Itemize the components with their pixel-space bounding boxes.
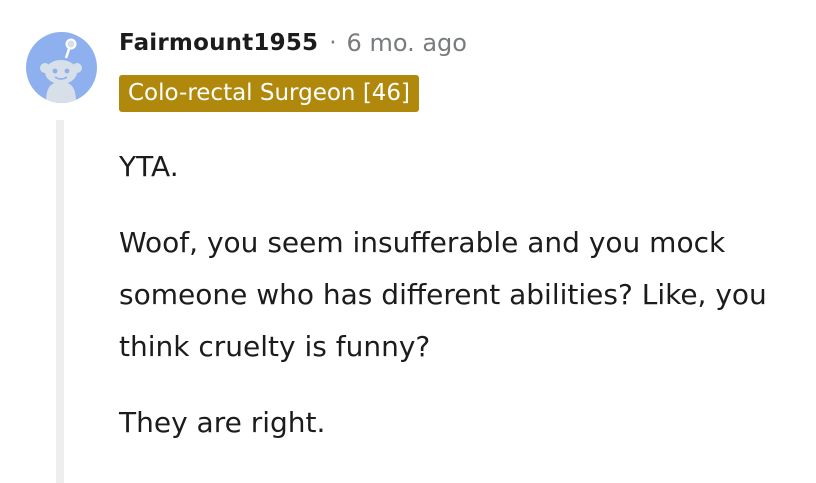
user-avatar[interactable] — [26, 32, 97, 103]
comment-paragraph: YTA. — [119, 150, 179, 183]
comment-meta: Fairmount1955 · 6 mo. ago — [119, 26, 467, 60]
comment-timestamp[interactable]: 6 mo. ago — [347, 29, 467, 57]
comment: Fairmount1955 · 6 mo. ago Colo-rectal Su… — [0, 0, 816, 483]
username-link[interactable]: Fairmount1955 — [119, 30, 318, 56]
thread-collapse-line[interactable] — [56, 120, 64, 483]
comment-paragraph: They are right. — [119, 406, 326, 439]
meta-separator: · — [329, 30, 337, 56]
comment-paragraph: Woof, you seem insufferable and you mock… — [119, 226, 767, 363]
reddit-snoo-icon — [40, 38, 82, 103]
comment-body: YTA. Woof, you seem insufferable and you… — [119, 141, 799, 473]
user-flair: Colo-rectal Surgeon [46] — [119, 75, 420, 112]
